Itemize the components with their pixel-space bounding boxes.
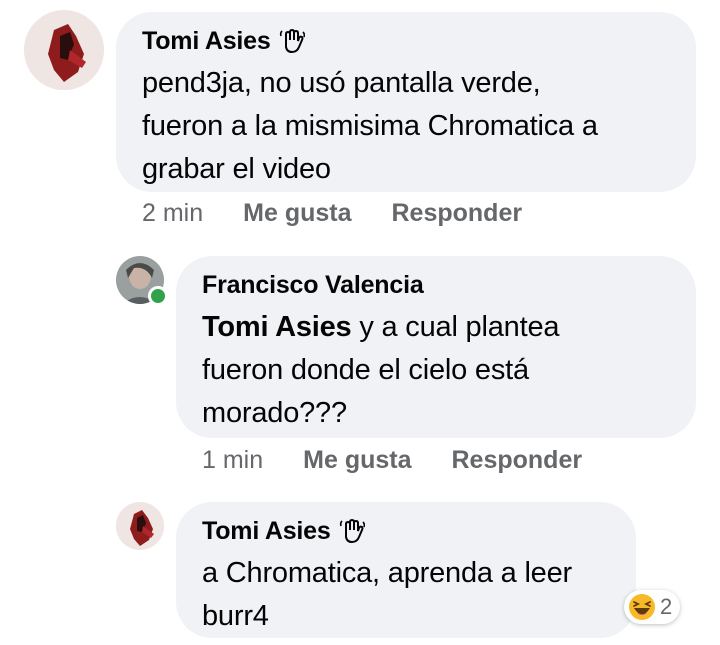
haha-reaction-icon (629, 594, 655, 620)
author-name-link[interactable]: Tomi Asies (202, 516, 331, 546)
comment-actions: 1 min Me gusta Responder (202, 445, 582, 475)
comment-2: Francisco Valencia Tomi Asies y a cual p… (0, 240, 720, 490)
avatar[interactable] (116, 502, 164, 550)
comment-text: Tomi Asies y a cual plantea fueron donde… (202, 306, 670, 435)
wave-hand-icon (339, 518, 365, 544)
comment-bubble: Tomi Asies a Chromatica, aprenda a leer … (176, 502, 636, 638)
comment-author: Tomi Asies (202, 516, 610, 546)
comment-text-line: morado??? (202, 397, 347, 429)
reaction-summary[interactable]: 2 (624, 590, 681, 624)
comment-timestamp[interactable]: 2 min (142, 198, 203, 228)
reply-button[interactable]: Responder (392, 198, 523, 228)
profile-photo-icon (24, 10, 104, 90)
author-name-link[interactable]: Francisco Valencia (202, 270, 424, 300)
comment-author: Francisco Valencia (202, 270, 670, 300)
comment-actions: 2 min Me gusta Responder (142, 198, 522, 228)
comment-1: Tomi Asies pend3ja, no usó pantalla verd… (0, 0, 720, 240)
comment-text: a Chromatica, aprenda a leer burr4 (202, 552, 610, 638)
wave-hand-icon (279, 28, 305, 54)
comment-author: Tomi Asies (142, 26, 670, 56)
comment-bubble: Francisco Valencia Tomi Asies y a cual p… (176, 256, 696, 438)
mention-link[interactable]: Tomi Asies (202, 311, 352, 343)
comment-text-line: fueron donde el cielo está (202, 354, 529, 386)
comment-text-line: a Chromatica, aprenda a leer (202, 557, 572, 589)
comment-text: pend3ja, no usó pantalla verde, fueron a… (142, 62, 670, 191)
author-name-link[interactable]: Tomi Asies (142, 26, 271, 56)
like-button[interactable]: Me gusta (303, 445, 411, 475)
comment-text-line: grabar el video (142, 153, 331, 185)
comment-text-line: burr4 (202, 600, 269, 632)
comment-timestamp[interactable]: 1 min (202, 445, 263, 475)
reaction-count: 2 (660, 594, 673, 619)
avatar[interactable] (24, 10, 104, 90)
comment-bubble: Tomi Asies pend3ja, no usó pantalla verd… (116, 12, 696, 192)
profile-photo-icon (116, 502, 164, 550)
comment-text-line: Tomi Asies y a cual plantea (202, 306, 670, 349)
comment-text-fragment: y a cual plantea (351, 311, 560, 343)
comment-3: Tomi Asies a Chromatica, aprenda a leer … (0, 490, 720, 645)
comment-text-line: fueron a la mismisima Chromatica a (142, 110, 598, 142)
comment-text-line: pend3ja, no usó pantalla verde, (142, 67, 541, 99)
online-status-indicator (148, 286, 168, 306)
reply-button[interactable]: Responder (452, 445, 583, 475)
like-button[interactable]: Me gusta (243, 198, 351, 228)
